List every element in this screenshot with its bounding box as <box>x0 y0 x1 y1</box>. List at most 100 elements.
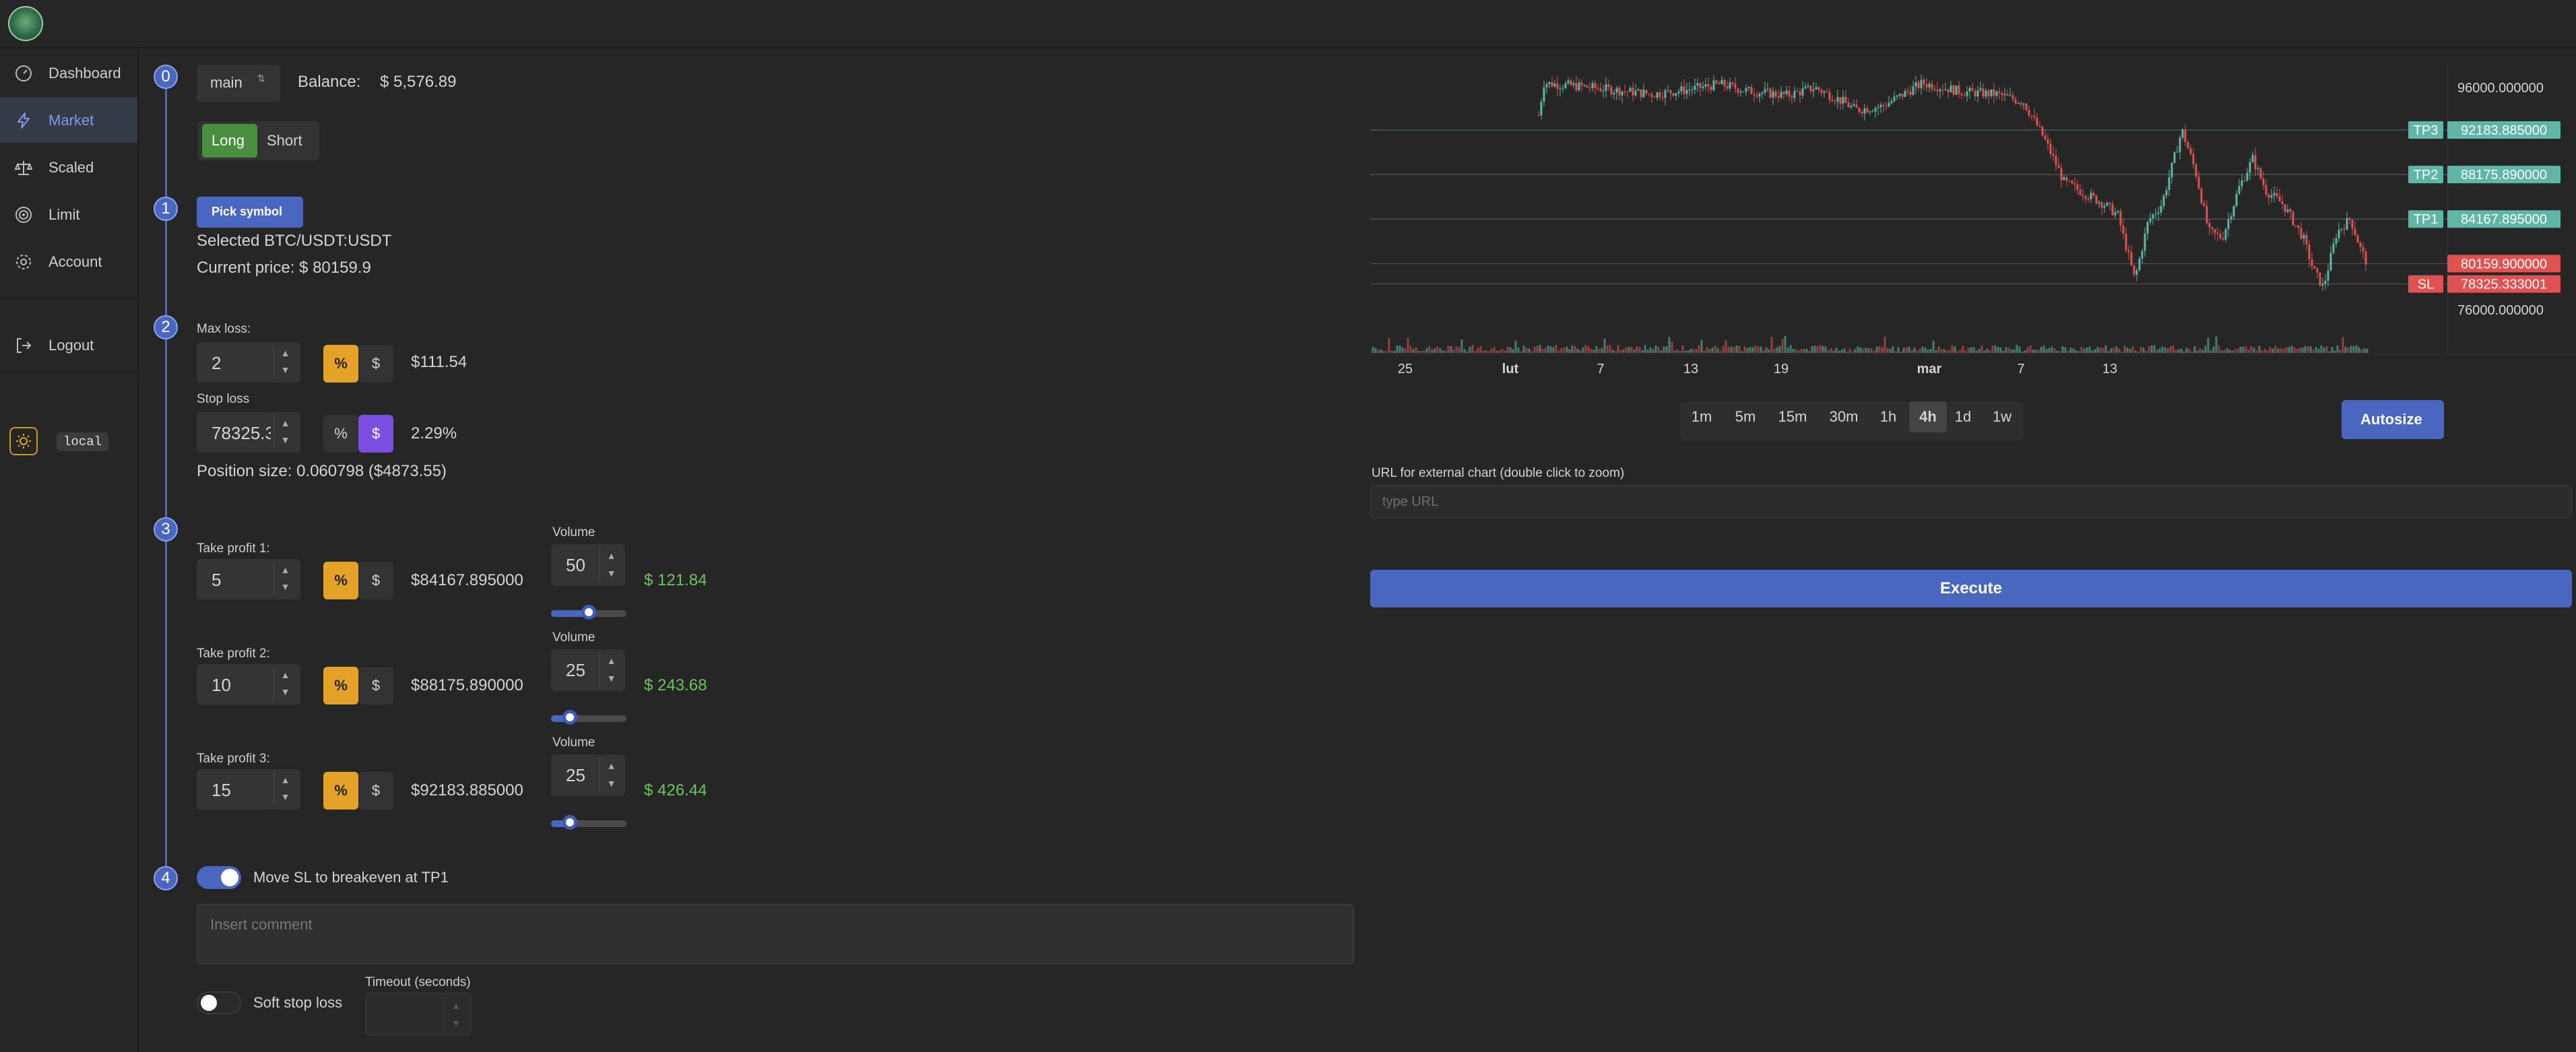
volume-slider[interactable] <box>551 605 626 620</box>
volume-bar <box>2191 351 2193 353</box>
volume-bar <box>1396 346 1398 353</box>
timeout-input[interactable]: ▲ ▼ <box>365 993 472 1036</box>
sidebar-item-limit[interactable]: Limit <box>0 191 137 237</box>
volume-label: Volume <box>552 735 595 750</box>
increment-button[interactable]: ▲ <box>445 997 468 1014</box>
candle-body <box>1561 88 1564 89</box>
volume-slider[interactable] <box>551 710 626 725</box>
candle-body <box>2084 196 2087 199</box>
pick-symbol-button[interactable]: Pick symbol <box>197 197 303 228</box>
app-logo[interactable] <box>8 6 43 41</box>
sidebar-item-logout[interactable]: Logout <box>0 322 137 368</box>
take-profit-percent-toggle[interactable]: % <box>323 772 358 810</box>
volume-bar <box>2113 348 2115 353</box>
decrement-button[interactable]: ▼ <box>600 564 622 582</box>
decrement-button[interactable]: ▼ <box>273 432 296 449</box>
increment-button[interactable]: ▲ <box>273 415 296 432</box>
chart-url-input[interactable]: type URL <box>1370 485 2572 519</box>
take-profit-dollar-toggle[interactable]: $ <box>358 562 393 599</box>
volume-bar <box>1843 348 1846 353</box>
decrement-button[interactable]: ▼ <box>600 669 622 687</box>
increment-button[interactable]: ▲ <box>273 345 296 362</box>
decrement-button[interactable]: ▼ <box>273 579 296 595</box>
candle-body <box>1685 90 1688 94</box>
volume-slider-handle[interactable] <box>562 815 577 830</box>
volume-bar <box>2272 348 2274 353</box>
account-select[interactable]: main ⇅ <box>197 65 280 102</box>
volume-slider-handle[interactable] <box>562 710 577 725</box>
volume-bar <box>2088 346 2091 353</box>
timeframe-1h[interactable]: 1h <box>1873 401 1904 432</box>
increment-button[interactable]: ▲ <box>273 667 296 684</box>
stop-loss-dollar-toggle[interactable]: $ <box>358 415 393 453</box>
candle-body <box>1629 88 1632 92</box>
increment-button[interactable]: ▲ <box>273 562 296 579</box>
stop-loss-percent-toggle[interactable]: % <box>323 415 358 453</box>
candle-body <box>2119 211 2122 226</box>
candle-body <box>1928 84 1931 88</box>
price-chart[interactable]: 92183.885000 TP3 88175.890000 TP2 84167.8950… <box>1370 62 2576 384</box>
volume-slider-handle[interactable] <box>581 605 596 620</box>
take-profit-percent-toggle[interactable]: % <box>323 667 358 704</box>
sidebar-item-account[interactable]: Account <box>0 238 137 284</box>
volume-bar <box>1630 346 1633 353</box>
candle-body <box>2305 234 2308 244</box>
breakeven-toggle[interactable] <box>197 866 241 889</box>
candle-body <box>2241 180 2243 187</box>
timeframe-30m[interactable]: 30m <box>1820 401 1867 432</box>
take-profit-input[interactable]: 15 ▲ ▼ <box>197 769 300 810</box>
take-profit-input[interactable]: 5 ▲ ▼ <box>197 559 300 599</box>
stop-loss-input[interactable]: 78325.3 ▲ ▼ <box>197 412 300 453</box>
max-loss-dollar-toggle[interactable]: $ <box>358 345 393 383</box>
soft-stop-loss-toggle[interactable] <box>197 991 241 1014</box>
volume-bar <box>2045 349 2048 353</box>
decrement-button[interactable]: ▼ <box>273 789 296 806</box>
volume-value: 25 <box>566 660 585 680</box>
volume-bar <box>1601 348 1603 353</box>
max-loss-percent-toggle[interactable]: % <box>323 345 358 383</box>
volume-bar <box>2007 348 2010 353</box>
decrement-button[interactable]: ▼ <box>600 775 622 792</box>
timeframe-1d[interactable]: 1d <box>1947 401 1979 432</box>
execute-button[interactable]: Execute <box>1370 570 2572 607</box>
volume-bar <box>2013 349 2016 353</box>
increment-button[interactable]: ▲ <box>600 757 622 775</box>
volume-bar <box>1571 345 1574 353</box>
autosize-button[interactable]: Autosize <box>2342 400 2444 439</box>
increment-button[interactable]: ▲ <box>600 652 622 669</box>
long-button[interactable]: Long <box>202 124 257 158</box>
volume-input[interactable]: 50 ▲ ▼ <box>551 544 625 586</box>
short-button[interactable]: Short <box>267 132 302 150</box>
timeframe-1w[interactable]: 1w <box>1985 401 2020 432</box>
volume-input[interactable]: 25 ▲ ▼ <box>551 754 625 796</box>
max-loss-input[interactable]: 2 ▲ ▼ <box>197 342 300 383</box>
sidebar-item-dashboard[interactable]: Dashboard <box>0 50 137 96</box>
sidebar-item-market[interactable]: Market <box>0 97 137 143</box>
volume-bar <box>1703 350 1706 353</box>
volume-slider[interactable] <box>551 815 626 830</box>
volume-bar <box>1827 350 1830 353</box>
volume-bar <box>1865 348 1867 353</box>
comment-input[interactable]: Insert comment <box>197 904 1354 964</box>
take-profit-dollar-toggle[interactable]: $ <box>358 772 393 810</box>
timeframe-15m[interactable]: 15m <box>1770 401 1815 432</box>
volume-bar <box>1924 348 1927 353</box>
sidebar-item-scaled[interactable]: Scaled <box>0 144 137 190</box>
decrement-button[interactable]: ▼ <box>445 1014 468 1032</box>
candle-body <box>2162 195 2165 206</box>
take-profit-percent-toggle[interactable]: % <box>323 562 358 599</box>
take-profit-dollar-toggle[interactable]: $ <box>358 667 393 704</box>
decrement-button[interactable]: ▼ <box>273 362 296 379</box>
volume-input[interactable]: 25 ▲ ▼ <box>551 649 625 691</box>
timeframe-1m[interactable]: 1m <box>1683 401 1720 432</box>
timeframe-5m[interactable]: 5m <box>1726 401 1765 432</box>
timeframe-4h[interactable]: 4h <box>1909 401 1947 432</box>
take-profit-input[interactable]: 10 ▲ ▼ <box>197 664 300 704</box>
candle-body <box>1769 88 1772 98</box>
increment-button[interactable]: ▲ <box>273 772 296 789</box>
increment-button[interactable]: ▲ <box>600 547 622 564</box>
volume-bar <box>2223 350 2226 353</box>
decrement-button[interactable]: ▼ <box>273 684 296 700</box>
theme-toggle-button[interactable] <box>9 427 38 455</box>
candle-body <box>2254 154 2257 170</box>
